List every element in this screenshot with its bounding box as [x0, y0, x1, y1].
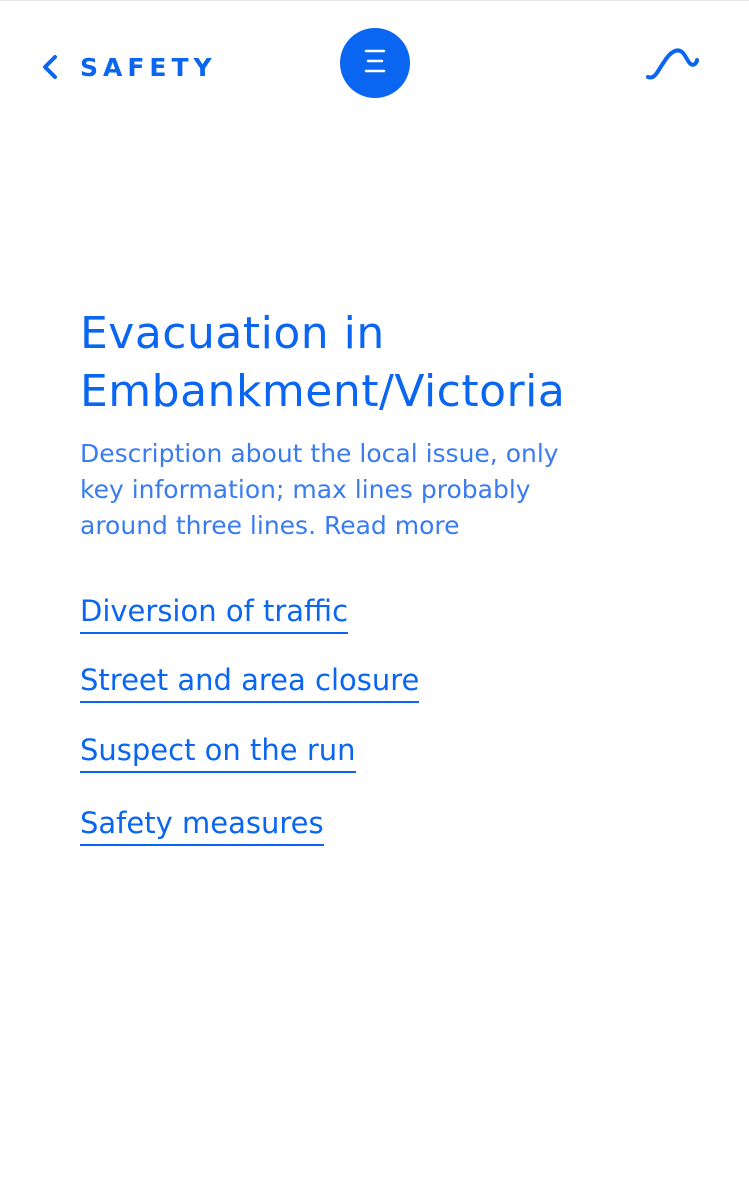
top-divider: [0, 0, 749, 1]
description-line: key information; max lines probably: [80, 475, 531, 504]
chevron-left-icon: [40, 53, 60, 81]
description: Description about the local issue, only …: [80, 436, 700, 544]
link-diversion-of-traffic[interactable]: Diversion of traffic: [80, 593, 349, 634]
description-line: Description about the local issue, only: [80, 439, 559, 468]
link-safety-measures[interactable]: Safety measures: [80, 805, 324, 846]
link-suspect-on-the-run[interactable]: Suspect on the run: [80, 732, 356, 773]
page-title: Evacuation in Embankment/Victoria: [80, 305, 680, 421]
menu-icon: [363, 48, 387, 78]
back-button[interactable]: SAFETY: [40, 50, 217, 84]
title-line: Embankment/Victoria: [80, 366, 566, 417]
description-line[interactable]: around three lines. Read more: [80, 508, 700, 544]
link-street-and-area-closure[interactable]: Street and area closure: [80, 662, 420, 703]
wave-icon[interactable]: [645, 46, 699, 84]
title-line: Evacuation in: [80, 308, 385, 359]
back-label: SAFETY: [80, 52, 217, 82]
menu-button[interactable]: [340, 28, 410, 98]
